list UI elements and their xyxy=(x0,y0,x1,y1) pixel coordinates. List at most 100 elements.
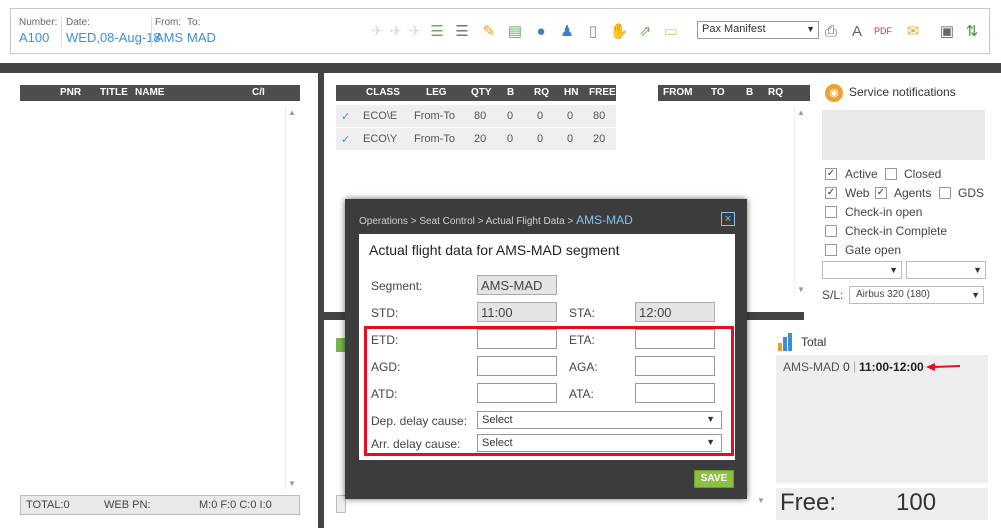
checkin-open-checkbox[interactable] xyxy=(825,206,837,218)
agd-input[interactable] xyxy=(477,356,557,376)
route-scrollbar[interactable]: ▲ ▼ xyxy=(794,106,807,296)
mail-icon[interactable]: ✉ xyxy=(903,21,923,41)
arr-delay-select[interactable]: Select ▼ xyxy=(477,434,722,452)
col-title[interactable]: TITLE xyxy=(100,87,128,98)
user-icon[interactable]: ♟ xyxy=(557,21,577,41)
atd-input[interactable] xyxy=(477,383,557,403)
table-row[interactable]: ✓ ECO\E From-To 80 0 0 0 80 xyxy=(336,105,616,127)
agd-label: AGD: xyxy=(371,360,401,374)
col-hn[interactable]: HN xyxy=(564,87,578,98)
to-field: To: MAD xyxy=(187,17,216,45)
table-row[interactable]: ✓ ECO\Y From-To 20 0 0 0 20 xyxy=(336,128,616,150)
col-b[interactable]: B xyxy=(507,87,514,98)
from-value[interactable]: AMS xyxy=(155,30,183,45)
to-value[interactable]: MAD xyxy=(187,30,216,45)
dep-delay-value: Select xyxy=(482,414,513,426)
edit-pencil-icon[interactable]: ✎ xyxy=(479,21,499,41)
sta-label: STA: xyxy=(569,306,595,320)
cell-hn: 0 xyxy=(567,133,574,145)
col-qty[interactable]: QTY xyxy=(471,87,492,98)
dialog-body: Actual flight data for AMS-MAD segment S… xyxy=(359,234,735,460)
cell-hn: 0 xyxy=(567,110,574,122)
chevron-down-icon: ▼ xyxy=(971,290,980,300)
col-from[interactable]: FROM xyxy=(663,87,692,98)
col-to[interactable]: TO xyxy=(711,87,725,98)
flight-header: Number: A100 Date: WED,08-Aug-18 From: A… xyxy=(10,8,990,54)
free-label: Free: xyxy=(780,489,837,516)
col-class[interactable]: CLASS xyxy=(366,87,400,98)
col-route-rq[interactable]: RQ xyxy=(768,87,783,98)
total-box: AMS-MAD 0 | 11:00-12:00 xyxy=(776,355,988,483)
export-icon[interactable]: ⇗ xyxy=(635,21,655,41)
add-list-icon[interactable]: ☰ xyxy=(427,21,447,41)
eta-input[interactable] xyxy=(635,329,715,349)
plane-icon[interactable]: ✈ xyxy=(367,21,387,41)
col-leg[interactable]: LEG xyxy=(426,87,447,98)
active-checkbox[interactable]: ✓ xyxy=(825,168,837,180)
red-arrow-icon xyxy=(926,363,961,371)
bar-chart-icon xyxy=(778,333,794,351)
flight-number-value[interactable]: A100 xyxy=(19,30,57,45)
phone-icon[interactable]: ▯ xyxy=(583,21,603,41)
web-checkbox[interactable]: ✓ xyxy=(825,187,837,199)
scroll-down-icon[interactable]: ▼ xyxy=(797,285,805,294)
text-icon[interactable]: A xyxy=(847,21,867,41)
to-label: To: xyxy=(187,17,201,28)
flight-number-field: Number: A100 xyxy=(19,17,57,45)
dialog-title: Actual flight data for AMS-MAD segment xyxy=(369,242,620,258)
notification-type-select[interactable]: ▼ xyxy=(906,261,986,279)
agents-checkbox[interactable]: ✓ xyxy=(875,187,887,199)
total-segment[interactable]: AMS-MAD xyxy=(783,360,840,374)
pax-footer: TOTAL:0 WEB PN: M:0 F:0 C:0 I:0 xyxy=(20,495,300,515)
flight-date-value[interactable]: WED,08-Aug-18 xyxy=(66,30,161,45)
pdf-icon[interactable]: PDF xyxy=(873,21,893,41)
list-icon[interactable]: ☰ xyxy=(452,21,472,41)
gds-checkbox[interactable] xyxy=(939,187,951,199)
notification-filter-select[interactable]: ▼ xyxy=(822,261,902,279)
aga-input[interactable] xyxy=(635,356,715,376)
checkin-complete-checkbox[interactable] xyxy=(825,225,837,237)
report-select[interactable]: Pax Manifest ▼ xyxy=(697,21,819,39)
cell-class: ECO\E xyxy=(363,110,398,122)
scroll-up-icon[interactable]: ▲ xyxy=(797,108,805,117)
print-icon[interactable]: ⎙ xyxy=(821,21,841,41)
group-users-icon[interactable]: ● xyxy=(531,21,551,41)
col-free[interactable]: FREE xyxy=(589,87,616,98)
pax-table-header: PNR TITLE NAME C/I xyxy=(20,85,300,101)
add-document-icon[interactable]: ▤ xyxy=(505,21,525,41)
col-rq[interactable]: RQ xyxy=(534,87,549,98)
handshake-icon[interactable]: ✋ xyxy=(609,21,629,41)
note-icon[interactable]: ▭ xyxy=(661,21,681,41)
agents-label: Agents xyxy=(894,186,932,200)
pax-list xyxy=(20,101,300,491)
col-name[interactable]: NAME xyxy=(135,87,164,98)
col-route-b[interactable]: B xyxy=(746,87,753,98)
ata-input[interactable] xyxy=(635,383,715,403)
dep-delay-select[interactable]: Select ▼ xyxy=(477,411,722,429)
pax-scrollbar[interactable]: ▲ ▼ xyxy=(285,106,298,490)
free-seats-row: Free: 100 xyxy=(776,488,988,520)
save-button[interactable]: SAVE xyxy=(694,470,734,488)
etd-input[interactable] xyxy=(477,329,557,349)
service-notifications-box xyxy=(822,110,985,160)
arr-delay-value: Select xyxy=(482,437,513,449)
clipboard-icon[interactable]: ▣ xyxy=(937,21,957,41)
col-ci[interactable]: C/I xyxy=(252,87,265,98)
refresh-icon[interactable]: ⇅ xyxy=(962,21,982,41)
cell-qty: 20 xyxy=(474,133,487,145)
scroll-down-icon[interactable]: ▼ xyxy=(757,496,765,505)
from-label: From: xyxy=(155,17,182,28)
col-pnr[interactable]: PNR xyxy=(60,87,81,98)
scroll-up-icon[interactable]: ▲ xyxy=(288,108,296,117)
plane-icon[interactable]: ✈ xyxy=(386,21,406,41)
report-select-value: Pax Manifest xyxy=(702,23,766,35)
checkin-open-label: Check-in open xyxy=(845,205,923,219)
closed-checkbox[interactable] xyxy=(885,168,897,180)
plane-icon[interactable]: ✈ xyxy=(405,21,425,41)
gate-open-checkbox[interactable] xyxy=(825,244,837,256)
scroll-down-icon[interactable]: ▼ xyxy=(288,479,296,488)
close-icon[interactable]: × xyxy=(721,212,735,226)
aga-label: AGA: xyxy=(569,360,598,374)
seat-layout-select[interactable]: Airbus 320 (180) ▼ xyxy=(849,286,984,304)
total-time: 11:00-12:00 xyxy=(859,360,924,374)
